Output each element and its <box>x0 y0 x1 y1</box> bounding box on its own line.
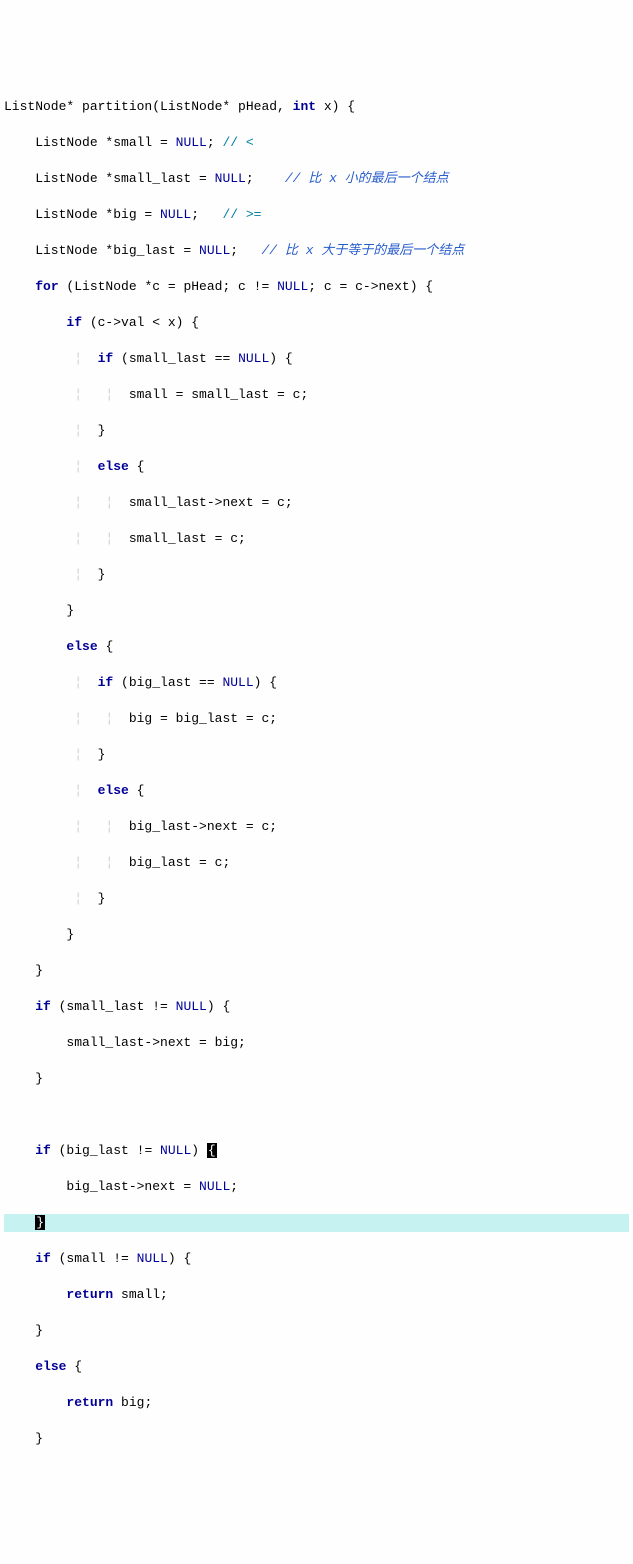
code-line: ¦ ¦ small_last->next = c; <box>4 494 629 512</box>
code-line: ¦ } <box>4 566 629 584</box>
code-line: } <box>4 962 629 980</box>
code-line: ¦ else { <box>4 458 629 476</box>
code-line: if (small != NULL) { <box>4 1250 629 1268</box>
code-line: } <box>4 1070 629 1088</box>
code-line: ¦ if (small_last == NULL) { <box>4 350 629 368</box>
code-line: ¦ ¦ big_last = c; <box>4 854 629 872</box>
code-line: ListNode *big_last = NULL; // 比 x 大于等于的最… <box>4 242 629 260</box>
code-line: ¦ } <box>4 422 629 440</box>
code-line: ListNode *small = NULL; // < <box>4 134 629 152</box>
code-line: ¦ } <box>4 890 629 908</box>
code-line: big_last->next = NULL; <box>4 1178 629 1196</box>
code-line: ListNode *small_last = NULL; // 比 x 小的最后… <box>4 170 629 188</box>
code-line <box>4 1106 629 1124</box>
code-line: ListNode *big = NULL; // >= <box>4 206 629 224</box>
code-line: ¦ ¦ small = small_last = c; <box>4 386 629 404</box>
code-line: ¦ } <box>4 746 629 764</box>
code-line: ListNode* partition(ListNode* pHead, int… <box>4 98 629 116</box>
current-line: } <box>4 1214 629 1232</box>
code-line: small_last->next = big; <box>4 1034 629 1052</box>
code-line: return small; <box>4 1286 629 1304</box>
code-line: ¦ if (big_last == NULL) { <box>4 674 629 692</box>
code-line: return big; <box>4 1394 629 1412</box>
code-line: } <box>4 1430 629 1448</box>
code-line: ¦ ¦ big = big_last = c; <box>4 710 629 728</box>
code-line: ¦ else { <box>4 782 629 800</box>
code-line: else { <box>4 638 629 656</box>
code-block: ListNode* partition(ListNode* pHead, int… <box>4 80 629 1466</box>
brace-match-close: } <box>35 1215 45 1230</box>
code-line: } <box>4 1322 629 1340</box>
code-line: if (small_last != NULL) { <box>4 998 629 1016</box>
code-line: if (big_last != NULL) { <box>4 1142 629 1160</box>
code-line: ¦ ¦ big_last->next = c; <box>4 818 629 836</box>
code-line: else { <box>4 1358 629 1376</box>
code-line: } <box>4 602 629 620</box>
code-line: ¦ ¦ small_last = c; <box>4 530 629 548</box>
brace-match-open: { <box>207 1143 217 1158</box>
code-line: if (c->val < x) { <box>4 314 629 332</box>
code-line: for (ListNode *c = pHead; c != NULL; c =… <box>4 278 629 296</box>
code-line: } <box>4 926 629 944</box>
